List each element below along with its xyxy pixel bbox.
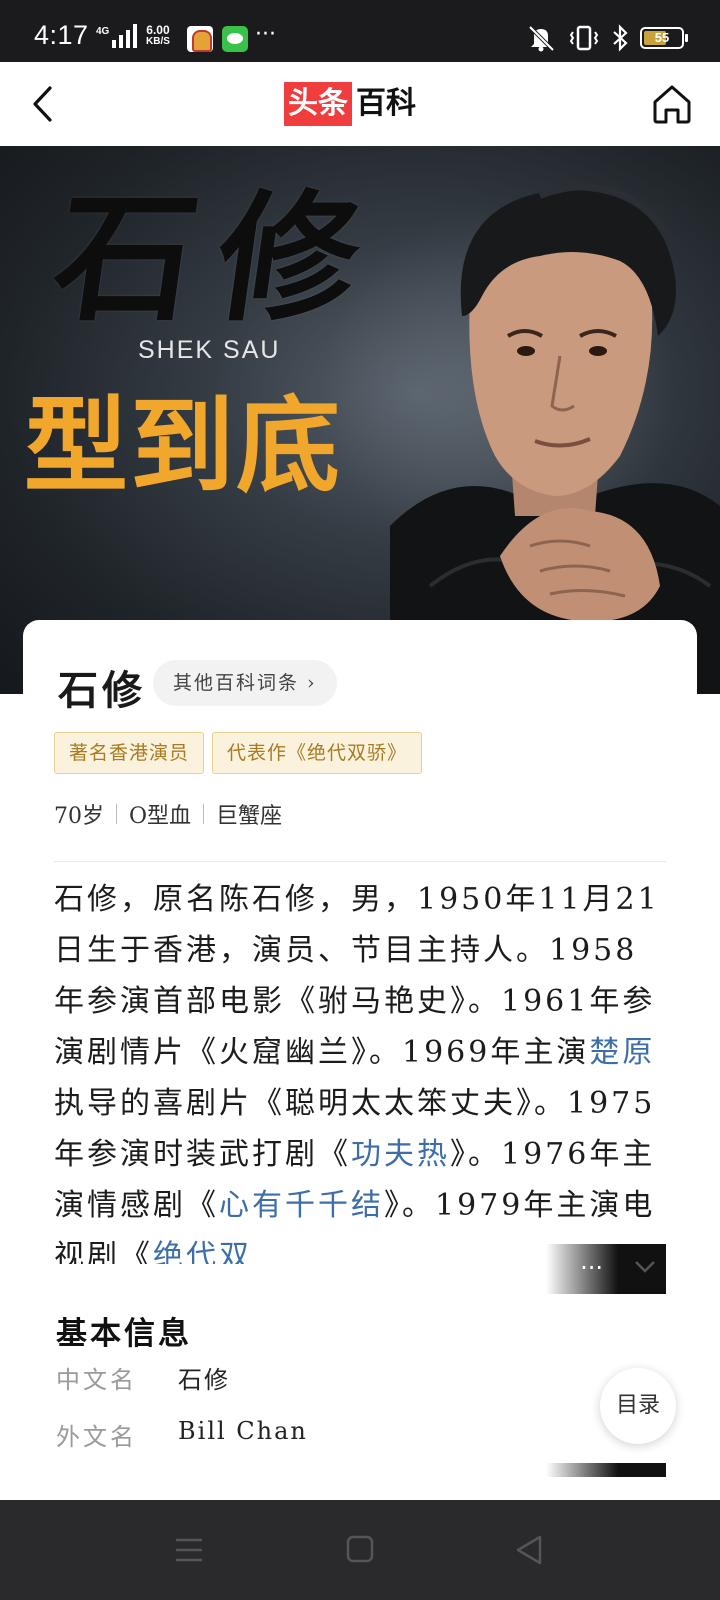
- info-row: 外文名 Bill Chan: [56, 1417, 308, 1452]
- status-bar: 4:17 4G 6.00 KB/S ··· 55: [0, 0, 720, 62]
- status-right-group: 55: [526, 24, 688, 52]
- blood-type: O型血: [129, 804, 192, 829]
- hero-title: 石修: [44, 177, 392, 341]
- link-chor-yuen[interactable]: 楚原: [589, 1035, 655, 1070]
- entry-meta: 70岁 O型血 巨蟹座: [54, 798, 282, 830]
- tag-occupation[interactable]: 著名香港演员: [54, 732, 205, 774]
- mute-icon: [528, 25, 555, 52]
- hero-banner[interactable]: 石修 SHEK SAU 型到底: [0, 146, 720, 694]
- meta-divider: [116, 804, 117, 824]
- basic-info-title: 基本信息: [56, 1316, 192, 1352]
- divider: [54, 861, 666, 862]
- vibrate-icon: [569, 25, 599, 51]
- chevron-down-icon[interactable]: [633, 1254, 657, 1278]
- tag-list: 著名香港演员 代表作《绝代双骄》: [54, 732, 423, 774]
- summary-ellipsis: ...: [580, 1247, 603, 1275]
- info-value: 石修: [178, 1366, 230, 1394]
- more-notifications: ···: [255, 22, 276, 47]
- zodiac: 巨蟹座: [216, 804, 283, 829]
- info-key: 外文名: [56, 1423, 137, 1451]
- info-key: 中文名: [56, 1366, 137, 1394]
- back-triangle-icon[interactable]: [514, 1534, 544, 1566]
- back-arrow-icon: [33, 86, 52, 122]
- status-time: 4:17: [34, 20, 89, 50]
- link-kung-fu-fever[interactable]: 功夫热: [351, 1137, 450, 1172]
- entry-name: 石修: [58, 667, 146, 714]
- bottom-fade: [546, 1463, 666, 1477]
- app-notification-icon: [187, 26, 213, 52]
- network-speed: 6.00 KB/S: [146, 24, 170, 48]
- home-square-icon[interactable]: [346, 1535, 374, 1563]
- bluetooth-icon: [613, 24, 628, 52]
- link-heart-knot[interactable]: 心有千千结: [219, 1188, 384, 1223]
- entry-card: 石修 其他百科词条 › 著名香港演员 代表作《绝代双骄》 70岁 O型血 巨蟹座…: [23, 620, 697, 1500]
- network-type: 4G: [96, 26, 110, 37]
- home-button[interactable]: [650, 82, 694, 126]
- battery-icon: 55: [640, 27, 688, 49]
- line-icon: [222, 26, 248, 52]
- speed-unit: KB/S: [146, 36, 170, 47]
- hero-slogan: 型到底: [24, 385, 343, 507]
- speed-value: 6.00: [146, 23, 170, 37]
- link-twin-legends[interactable]: 绝代双: [153, 1239, 252, 1264]
- battery-level: 55: [654, 30, 670, 45]
- info-value: Bill Chan: [178, 1417, 308, 1445]
- summary-text: 石修，原名陈石修，男，1950年11月21日生于香港，演员、节目主持人。1958…: [54, 882, 660, 1070]
- back-button[interactable]: [22, 80, 62, 128]
- person-portrait: [390, 184, 720, 694]
- top-nav: 头条 百科: [0, 62, 720, 146]
- menu-icon[interactable]: [174, 1536, 204, 1564]
- tag-representative-work[interactable]: 代表作《绝代双骄》: [212, 732, 423, 774]
- entry-summary: 石修，原名陈石修，男，1950年11月21日生于香港，演员、节目主持人。1958…: [54, 874, 666, 1264]
- table-of-contents-button[interactable]: 目录: [600, 1368, 676, 1444]
- hero-english-name: SHEK SAU: [138, 336, 281, 364]
- toutiao-baike-logo: 头条 百科: [284, 82, 416, 126]
- logo-red-text: 头条: [284, 82, 352, 126]
- system-nav-bar: [0, 1500, 720, 1600]
- signal-icon: [112, 24, 137, 48]
- other-entries-button[interactable]: 其他百科词条 ›: [153, 660, 337, 706]
- meta-divider: [203, 804, 205, 824]
- age: 70岁: [54, 804, 104, 829]
- logo-black-text: 百科: [356, 86, 416, 121]
- info-row: 中文名 石修: [56, 1360, 230, 1395]
- home-icon: [653, 85, 691, 124]
